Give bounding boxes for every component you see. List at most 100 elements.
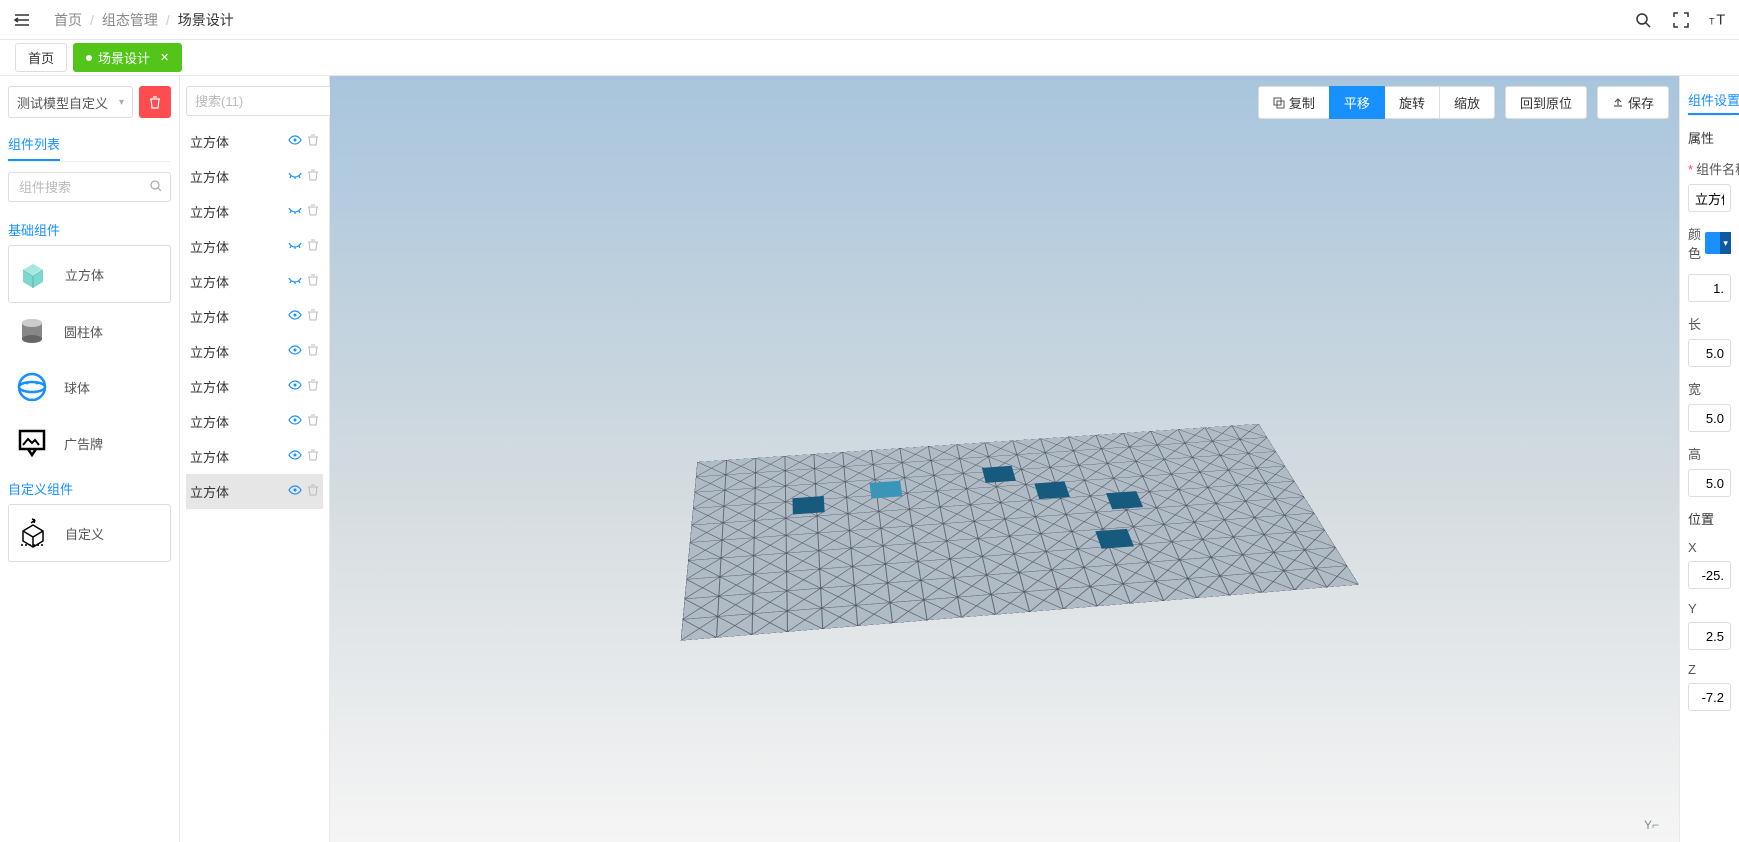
outline-item[interactable]: 立方体 [186,299,323,334]
label-x: X [1688,540,1731,555]
eye-open-icon[interactable] [288,449,302,464]
outline-item[interactable]: 立方体 [186,404,323,439]
eye-closed-icon[interactable] [288,239,302,254]
trash-icon[interactable] [307,239,319,254]
input-scale[interactable] [1688,274,1731,302]
input-component-name[interactable] [1688,184,1731,212]
cylinder-icon [12,311,52,351]
component-label: 自定义 [65,524,104,543]
tab-home[interactable]: 首页 [15,43,67,72]
tab-scene[interactable]: 场景设计 ✕ [73,43,182,72]
section-custom: 自定义组件 [8,479,171,498]
outline-item-label: 立方体 [190,167,229,186]
outline-item-label: 立方体 [190,482,229,501]
label-y: Y [1688,601,1731,616]
component-search-input[interactable] [8,172,171,202]
trash-icon[interactable] [307,204,319,219]
input-length[interactable] [1688,339,1731,367]
component-label: 球体 [64,378,90,397]
eye-open-icon[interactable] [288,379,302,394]
chevron-down-icon[interactable]: ▾ [1720,232,1731,254]
outline-panel: 立方体 立方体 立方体 立方体 立方体 立方体 立方体 立方体 [180,76,330,842]
component-label: 广告牌 [64,434,103,453]
3d-scene[interactable] [330,76,1679,842]
trash-icon[interactable] [307,134,319,149]
sidebar-tab-components[interactable]: 组件列表 [8,128,60,161]
translate-button[interactable]: 平移 [1329,86,1385,119]
eye-closed-icon[interactable] [288,169,302,184]
close-icon[interactable]: ✕ [160,51,169,64]
chevron-down-icon: ▾ [119,97,124,108]
outline-item[interactable]: 立方体 [186,159,323,194]
color-swatch[interactable] [1705,232,1720,254]
trash-icon[interactable] [307,414,319,429]
component-billboard[interactable]: 广告牌 [8,415,171,471]
svg-text:T: T [1709,16,1715,26]
component-label: 圆柱体 [64,322,103,341]
outline-item-label: 立方体 [190,447,229,466]
trash-icon[interactable] [307,344,319,359]
eye-open-icon[interactable] [288,484,302,499]
canvas[interactable]: 复制 平移 旋转 缩放 回到原位 保存 [330,76,1679,842]
outline-item-label: 立方体 [190,237,229,256]
breadcrumb-group[interactable]: 组态管理 [102,10,158,30]
svg-text:T: T [1716,12,1725,28]
eye-open-icon[interactable] [288,134,302,149]
input-z[interactable] [1688,683,1731,711]
outline-item-label: 立方体 [190,377,229,396]
outline-item-label: 立方体 [190,307,229,326]
delete-model-button[interactable] [139,86,171,118]
eye-open-icon[interactable] [288,414,302,429]
input-x[interactable] [1688,561,1731,589]
component-label: 立方体 [65,265,104,284]
outline-item-label: 立方体 [190,132,229,151]
outline-item[interactable]: 立方体 [186,369,323,404]
label-height: 高 [1688,444,1731,463]
rotate-button[interactable]: 旋转 [1384,86,1440,119]
outline-item-label: 立方体 [190,342,229,361]
canvas-toolbar: 复制 平移 旋转 缩放 回到原位 保存 [1258,86,1669,119]
search-icon[interactable] [1633,10,1653,30]
outline-item[interactable]: 立方体 [186,124,323,159]
component-cube[interactable]: 立方体 [8,245,171,303]
scale-button[interactable]: 缩放 [1439,86,1495,119]
trash-icon[interactable] [307,309,319,324]
eye-open-icon[interactable] [288,344,302,359]
copy-button[interactable]: 复制 [1258,86,1330,119]
breadcrumb-home[interactable]: 首页 [54,10,82,30]
trash-icon[interactable] [307,484,319,499]
trash-icon[interactable] [307,274,319,289]
fullscreen-icon[interactable] [1671,10,1691,30]
input-y[interactable] [1688,622,1731,650]
billboard-icon [12,423,52,463]
section-attr: 属性 [1688,128,1731,147]
outline-item[interactable]: 立方体 [186,439,323,474]
outline-item[interactable]: 立方体 [186,264,323,299]
tabsbar: 首页 场景设计 ✕ [0,40,1739,76]
eye-closed-icon[interactable] [288,274,302,289]
label-z: Z [1688,662,1731,677]
trash-icon[interactable] [307,379,319,394]
component-sphere[interactable]: 球体 [8,359,171,415]
trash-icon[interactable] [307,169,319,184]
cube-icon [13,254,53,294]
outline-item-label: 立方体 [190,272,229,291]
component-cylinder[interactable]: 圆柱体 [8,303,171,359]
input-width[interactable] [1688,404,1731,432]
save-button[interactable]: 保存 [1597,86,1669,119]
outline-item[interactable]: 立方体 [186,474,323,509]
input-height[interactable] [1688,469,1731,497]
fontsize-icon[interactable]: TT [1709,10,1729,30]
section-basic: 基础组件 [8,220,171,239]
outline-item[interactable]: 立方体 [186,194,323,229]
reset-button[interactable]: 回到原位 [1505,86,1587,119]
menu-toggle-icon[interactable] [10,8,34,32]
trash-icon[interactable] [307,449,319,464]
eye-closed-icon[interactable] [288,204,302,219]
tab-component-settings[interactable]: 组件设置 [1688,86,1739,115]
outline-item[interactable]: 立方体 [186,229,323,264]
model-select[interactable]: 测试模型自定义 ▾ [8,86,133,118]
component-custom[interactable]: 自定义 [8,504,171,562]
eye-open-icon[interactable] [288,309,302,324]
outline-item[interactable]: 立方体 [186,334,323,369]
